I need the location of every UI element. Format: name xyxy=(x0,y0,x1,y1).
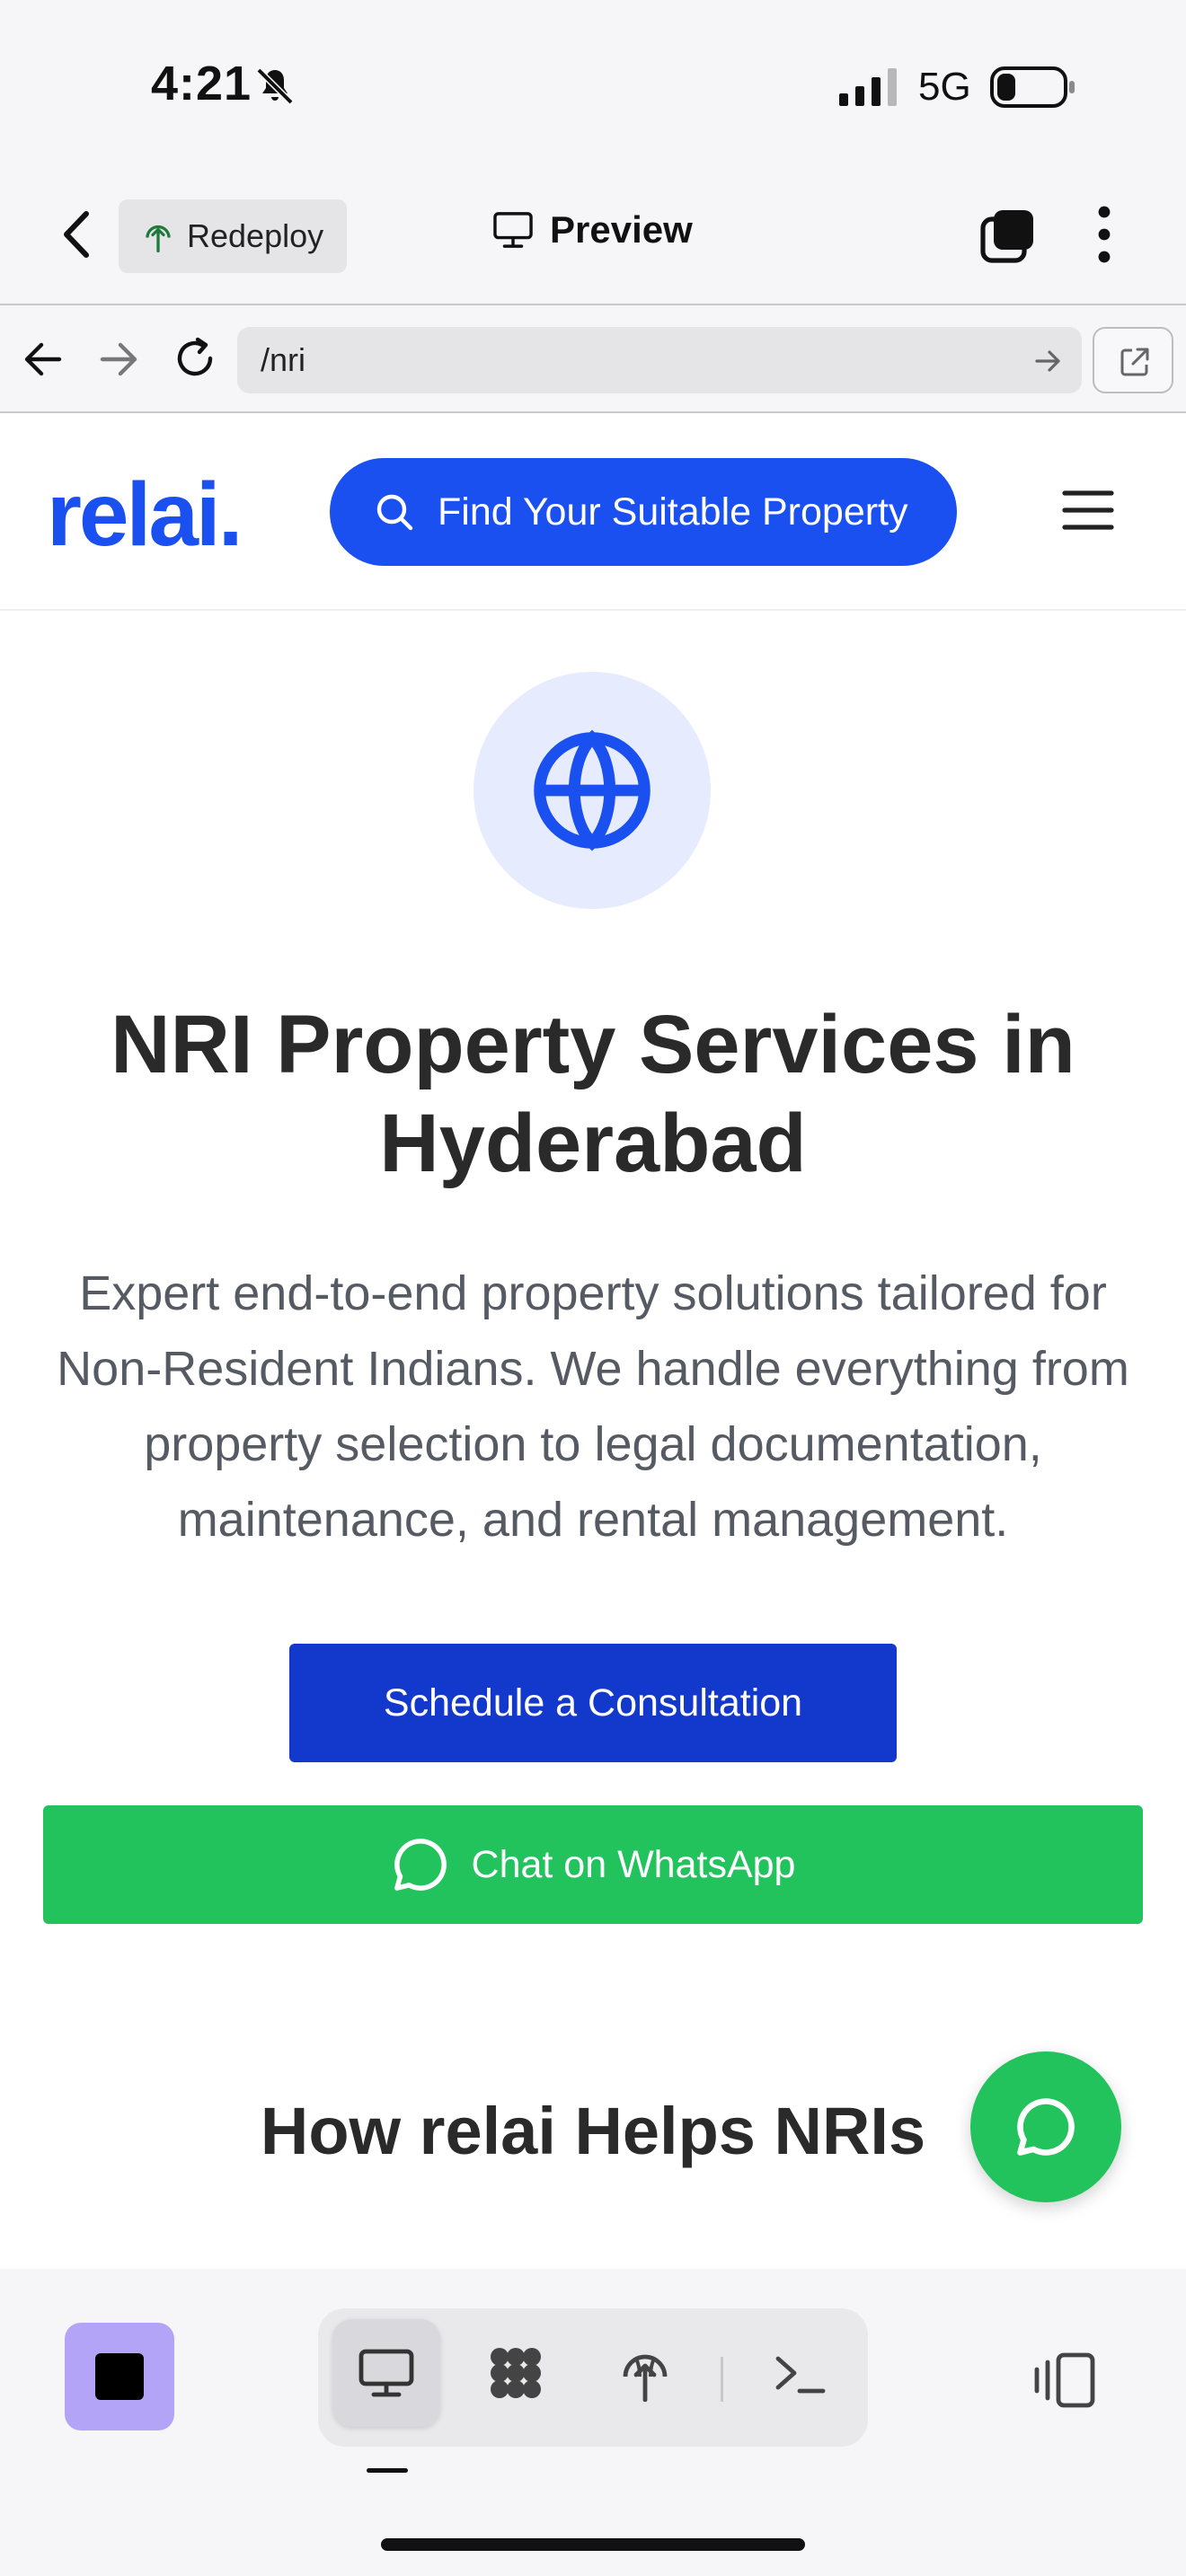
deploy-view-tab[interactable] xyxy=(591,2319,699,2427)
url-bar: /nri xyxy=(0,307,1186,413)
network-type: 5G xyxy=(918,65,971,109)
preview-label: Preview xyxy=(550,208,693,251)
whatsapp-chat-button[interactable]: Chat on WhatsApp xyxy=(43,1805,1143,1924)
arrow-left-icon[interactable] xyxy=(23,340,63,379)
url-text: /nri xyxy=(261,341,306,378)
hero-title: NRI Property Services in Hyderabad xyxy=(111,999,1075,1189)
url-input[interactable]: /nri xyxy=(237,327,1082,393)
view-switcher xyxy=(318,2308,868,2447)
desktop-view-tab[interactable] xyxy=(332,2319,440,2427)
bell-muted-icon xyxy=(256,67,294,105)
back-icon[interactable] xyxy=(52,207,102,262)
deploy-icon xyxy=(623,2354,668,2402)
globe-icon xyxy=(534,729,651,851)
stop-button[interactable] xyxy=(65,2323,174,2430)
redeploy-icon xyxy=(146,225,171,253)
status-time: 4:21 xyxy=(151,57,252,110)
whatsapp-fab[interactable] xyxy=(970,2051,1121,2202)
web-content: relai. Find Your Suitable Property NRI P… xyxy=(0,413,1186,2269)
redeploy-label: Redeploy xyxy=(187,217,324,254)
schedule-consultation-label: Schedule a Consultation xyxy=(383,1681,803,1725)
status-bar: 4:21 5G xyxy=(0,0,1186,171)
find-property-button[interactable]: Find Your Suitable Property xyxy=(330,458,957,566)
switcher-divider xyxy=(721,2357,723,2402)
home-indicator xyxy=(381,2538,805,2551)
desktop-icon xyxy=(358,2349,414,2397)
globe-badge xyxy=(474,672,711,909)
site-header: relai. Find Your Suitable Property xyxy=(0,413,1186,611)
active-tab-indicator xyxy=(367,2468,408,2473)
find-property-label: Find Your Suitable Property xyxy=(438,490,908,534)
signal-icon xyxy=(839,68,897,106)
open-external-button[interactable] xyxy=(1093,327,1173,393)
site-logo[interactable]: relai. xyxy=(47,463,243,567)
external-link-icon xyxy=(1120,348,1149,376)
hero-description: Expert end-to-end property solutions tai… xyxy=(57,1266,1129,1547)
apps-icon xyxy=(491,2348,541,2398)
more-icon[interactable] xyxy=(1087,205,1121,264)
battery-icon xyxy=(990,66,1075,108)
tabs-icon[interactable] xyxy=(979,207,1037,264)
panel-toggle-icon[interactable] xyxy=(1033,2351,1096,2409)
chat-bubble-icon xyxy=(1017,2098,1075,2156)
terminal-view-tab[interactable] xyxy=(746,2319,854,2427)
apps-view-tab[interactable] xyxy=(462,2319,570,2427)
search-icon xyxy=(376,494,413,531)
reload-icon[interactable] xyxy=(173,336,217,381)
hamburger-icon[interactable] xyxy=(1062,489,1114,532)
terminal-icon xyxy=(775,2356,826,2394)
app-toolbar: Redeploy Preview xyxy=(0,171,1186,305)
arrow-right-icon[interactable] xyxy=(99,340,138,379)
go-arrow-icon[interactable] xyxy=(1035,348,1062,374)
chat-bubble-icon xyxy=(394,1839,447,1891)
bottom-bar xyxy=(0,2269,1186,2576)
stop-icon xyxy=(95,2353,144,2400)
redeploy-button[interactable]: Redeploy xyxy=(119,199,347,273)
whatsapp-chat-label: Chat on WhatsApp xyxy=(471,1842,796,1886)
monitor-icon xyxy=(493,212,533,248)
schedule-consultation-button[interactable]: Schedule a Consultation xyxy=(289,1644,897,1762)
preview-title[interactable]: Preview xyxy=(492,208,693,251)
